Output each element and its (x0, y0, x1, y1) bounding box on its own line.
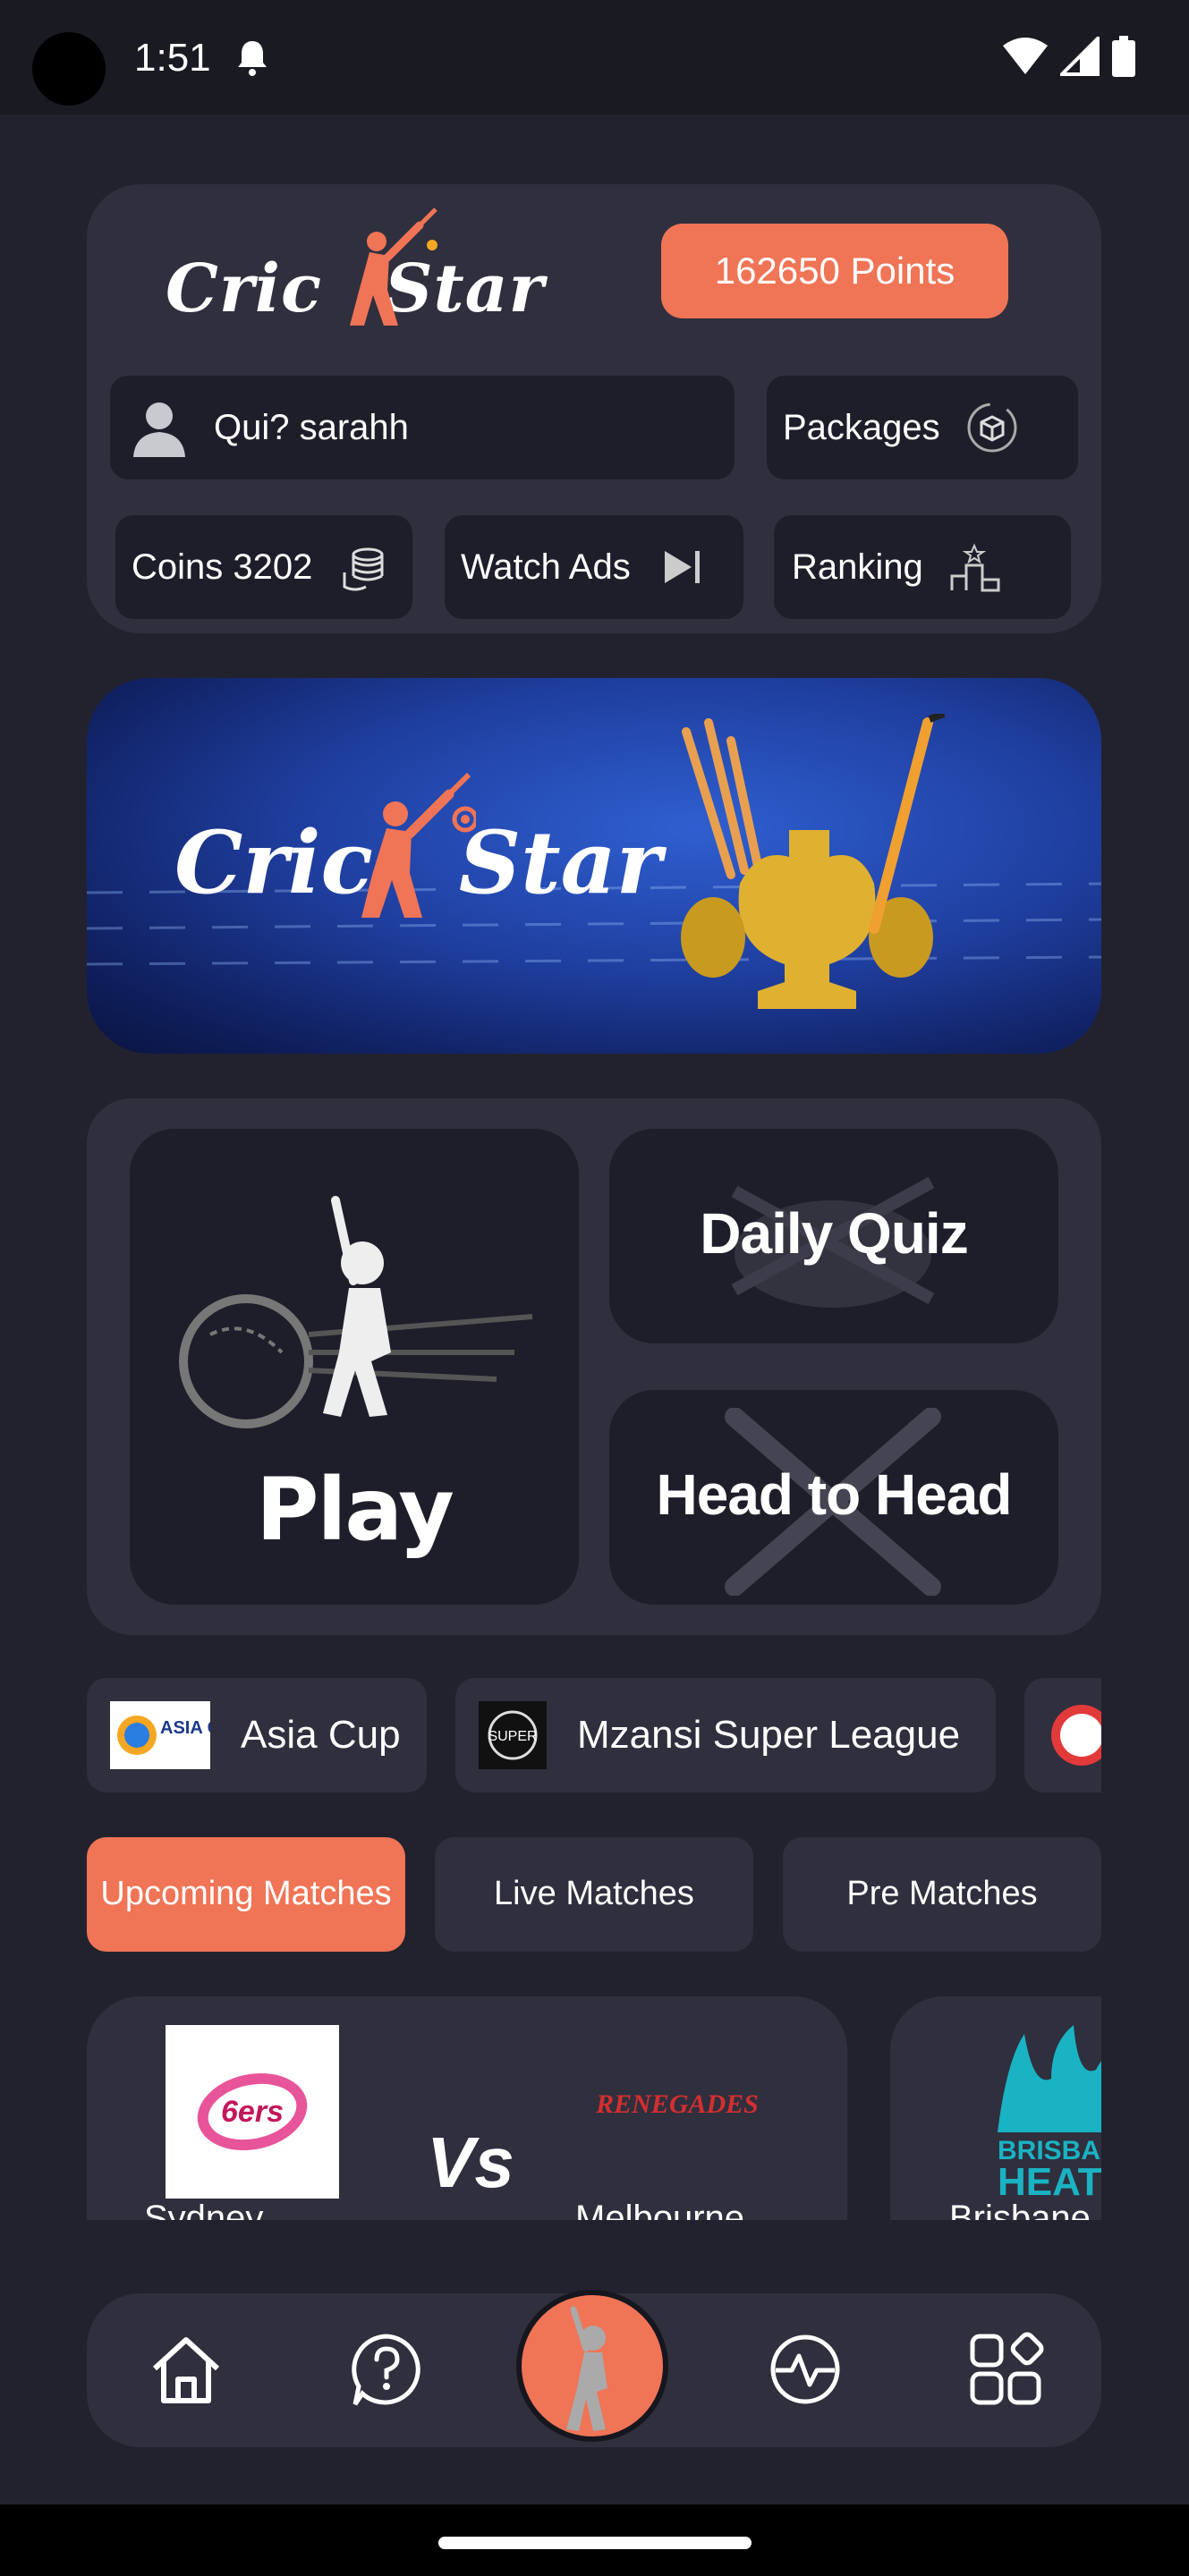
brisbane-heat-logo: BRISBANE HEAT (998, 2025, 1101, 2199)
batsman-icon (566, 2306, 607, 2431)
match-card[interactable]: 6ers Vs RENEGADES Sydney Melbourne (87, 1996, 847, 2220)
game-modes-card: Play Daily Quiz Head to Head (87, 1098, 1101, 1635)
header-card: Cric Star 162650 Points Qui? sarahh Packa… (87, 184, 1101, 633)
coins-label: Coins 3202 (132, 547, 313, 587)
bottom-navigation (87, 2290, 1101, 2447)
promo-banner[interactable]: Cric Star (87, 678, 1101, 1054)
podium-icon (950, 543, 1000, 592)
home-icon[interactable] (146, 2329, 226, 2410)
batsman-logo-icon (350, 208, 437, 326)
team1-name: Sydney (144, 2199, 264, 2220)
head-to-head-label: Head to Head (656, 1462, 1013, 1527)
coins-button[interactable]: Coins 3202 (115, 515, 412, 619)
signal-icon (1060, 37, 1100, 76)
system-navigation-bar (0, 2504, 1189, 2576)
vs-label: Vs (427, 2123, 514, 2202)
camera-cutout (32, 32, 106, 106)
apps-icon[interactable] (965, 2329, 1046, 2410)
daily-quiz-label: Daily Quiz (700, 1201, 968, 1266)
tab-pre-matches[interactable]: Pre Matches (783, 1837, 1101, 1952)
cricstar-logo: Cric Star (166, 202, 544, 336)
status-bar: 1:51 (0, 0, 1189, 114)
league-logo (1051, 1705, 1101, 1766)
battery-icon (1112, 36, 1135, 77)
mzansi-logo: SUPER (479, 1701, 547, 1769)
svg-text:6ers: 6ers (221, 2095, 284, 2129)
help-icon[interactable] (346, 2329, 427, 2410)
matches-list: 6ers Vs RENEGADES Sydney Melbourne BRISB… (87, 1996, 1101, 2220)
head-to-head-button[interactable]: Head to Head (609, 1390, 1058, 1605)
asia-cup-logo: ASIA CUP (110, 1701, 210, 1769)
tab-live-matches[interactable]: Live Matches (435, 1837, 753, 1952)
watch-ads-button[interactable]: Watch Ads (445, 515, 743, 619)
user-label: Qui? sarahh (214, 407, 409, 447)
tab-upcoming-matches[interactable]: Upcoming Matches (87, 1837, 405, 1952)
user-profile-button[interactable]: Qui? sarahh (110, 376, 735, 479)
skip-forward-icon (664, 551, 700, 583)
ranking-label: Ranking (792, 547, 923, 587)
league-label: Asia Cup (241, 1713, 401, 1757)
team2-name: Melbourne (575, 2199, 745, 2220)
status-time: 1:51 (134, 36, 211, 80)
leagues-row: ASIA CUP Asia Cup SUPER Mzansi Super Lea… (87, 1678, 1101, 1794)
trophy-icon (681, 714, 946, 1009)
league-mzansi[interactable]: SUPER Mzansi Super League (455, 1678, 996, 1792)
watch-ads-label: Watch Ads (461, 547, 631, 587)
packages-button[interactable]: Packages (767, 376, 1078, 479)
system-icons (1003, 36, 1135, 77)
banner-batsman-icon (361, 772, 476, 918)
svg-text:HEAT: HEAT (998, 2160, 1101, 2199)
points-button[interactable]: 162650 Points (661, 224, 1008, 318)
center-play-button[interactable] (516, 2290, 668, 2442)
coins-stack-icon (343, 547, 384, 591)
svg-text:RENEGADES: RENEGADES (595, 2089, 759, 2119)
daily-quiz-button[interactable]: Daily Quiz (609, 1129, 1058, 1343)
league-asia-cup[interactable]: ASIA CUP Asia Cup (87, 1678, 427, 1792)
match-card[interactable]: BRISBANE HEAT Brisbane (890, 1996, 1101, 2220)
play-button[interactable]: Play (130, 1129, 579, 1605)
svg-text:SUPER: SUPER (488, 1729, 537, 1744)
sydney-sixers-logo: 6ers (166, 2025, 339, 2199)
team1-name: Brisbane (949, 2199, 1091, 2220)
gesture-handle[interactable] (438, 2537, 752, 2549)
activity-icon[interactable] (765, 2329, 845, 2410)
svg-text:ASIA CUP: ASIA CUP (160, 1718, 210, 1738)
ranking-button[interactable]: Ranking (774, 515, 1071, 619)
packages-label: Packages (783, 407, 940, 447)
melbourne-renegades-logo: RENEGADES (595, 2089, 759, 2119)
play-batsman-icon (179, 1196, 533, 1428)
league-item[interactable] (1024, 1678, 1101, 1792)
notification-bell-icon (238, 41, 267, 76)
play-label: Play (256, 1460, 454, 1560)
league-label: Mzansi Super League (577, 1713, 961, 1757)
wifi-icon (1003, 38, 1048, 74)
package-box-icon (967, 402, 1017, 453)
user-avatar-icon (133, 402, 185, 457)
